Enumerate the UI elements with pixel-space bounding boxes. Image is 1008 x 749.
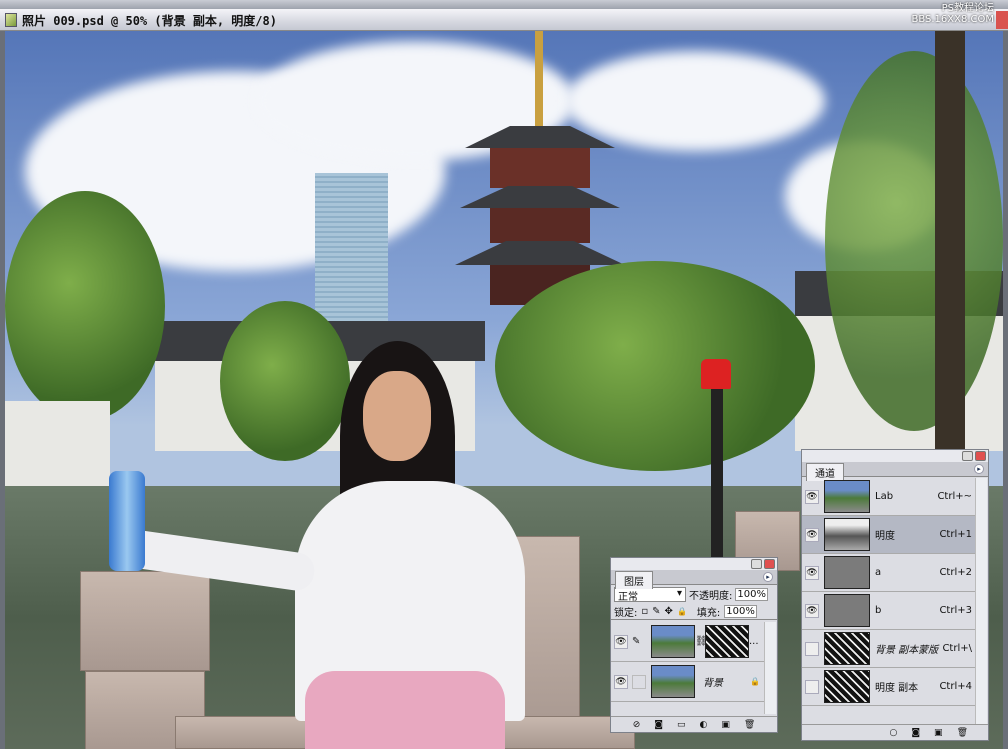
channel-row[interactable]: 👁 Lab Ctrl+~: [802, 478, 976, 516]
channel-name: a: [875, 567, 882, 578]
lock-move-icon[interactable]: ✥: [665, 606, 673, 617]
channel-shortcut: Ctrl+~: [937, 491, 972, 502]
lock-label: 锁定:: [614, 607, 638, 619]
minimize-button[interactable]: [962, 451, 973, 461]
opacity-input[interactable]: 100%: [735, 587, 768, 601]
layer-thumbnail: [651, 665, 695, 698]
channel-thumbnail: [824, 632, 870, 665]
channel-row[interactable]: 👁 明度 Ctrl+1: [802, 516, 976, 554]
channel-shortcut: Ctrl+4: [939, 681, 972, 692]
add-mask-icon[interactable]: ◙: [654, 720, 663, 730]
channel-shortcut: Ctrl+3: [939, 605, 972, 616]
lock-icon: 🔒: [750, 677, 760, 686]
channel-thumbnail: [824, 518, 870, 551]
layers-scrollbar[interactable]: [764, 622, 776, 714]
mask-link-icon: ⛓: [695, 636, 708, 647]
visibility-eye-icon[interactable]: 👁: [805, 489, 819, 504]
skyscraper: [315, 173, 388, 323]
visibility-eye-icon[interactable]: [805, 679, 819, 694]
channels-panel: 通道 ▸ 👁 Lab Ctrl+~ 👁 明度 Ctrl+1 👁 a Ctrl+2 👁 b…: [801, 449, 989, 741]
channel-row[interactable]: 明度 副本 Ctrl+4: [802, 668, 976, 706]
channel-shortcut: Ctrl+\: [942, 643, 972, 654]
lock-all-icon[interactable]: 🔒: [677, 607, 687, 616]
layer-name: 背景: [703, 678, 723, 689]
channel-name: 明度 副本: [875, 683, 919, 694]
channel-thumbnail: [824, 480, 870, 513]
layer-thumbnail: [651, 625, 695, 658]
channel-row[interactable]: 👁 b Ctrl+3: [802, 592, 976, 630]
lock-transparency-icon[interactable]: ▫: [641, 606, 648, 617]
close-window-button[interactable]: [996, 11, 1008, 29]
layers-footer: ⊘ ◙ ▭ ◐ ▣ 🗑: [611, 716, 777, 732]
app-top-strip: [0, 0, 1008, 9]
girl: [113, 341, 525, 749]
panel-menu-button[interactable]: ▸: [763, 572, 773, 582]
channel-name: b: [875, 605, 882, 616]
channel-shortcut: Ctrl+1: [939, 529, 972, 540]
tab-layers[interactable]: 图层: [615, 571, 653, 589]
delete-channel-icon[interactable]: 🗑: [957, 728, 968, 738]
fill-input[interactable]: 100%: [724, 604, 757, 618]
close-panel-button[interactable]: [764, 559, 775, 569]
channel-thumbnail: [824, 556, 870, 589]
delete-layer-icon[interactable]: 🗑: [744, 720, 755, 730]
document-title-bar[interactable]: 照片 009.psd @ 50% (背景 副本, 明度/8) PS教程论坛 BBS…: [0, 3, 1008, 31]
opacity-label: 不透明度:: [689, 590, 733, 602]
layer-row[interactable]: 👁 背景 🔒: [611, 662, 766, 702]
document-icon: [5, 13, 17, 27]
fill-label: 填充:: [696, 607, 721, 619]
close-panel-button[interactable]: [975, 451, 986, 461]
lock-brush-icon[interactable]: ✎: [652, 606, 660, 617]
link-layers-icon[interactable]: ⊘: [633, 720, 641, 730]
link-slot[interactable]: [632, 674, 646, 689]
adjustment-layer-icon[interactable]: ◐: [699, 720, 707, 730]
red-lamp: [701, 359, 731, 389]
load-selection-icon[interactable]: ○: [889, 728, 897, 738]
brush-link-icon: ✎: [632, 636, 641, 647]
layer-mask-thumbnail: [705, 625, 749, 658]
visibility-eye-icon[interactable]: 👁: [614, 634, 628, 649]
channel-name: Lab: [875, 491, 894, 502]
document-title: 照片 009.psd @ 50% (背景 副本, 明度/8): [22, 14, 277, 28]
new-group-icon[interactable]: ▭: [677, 720, 686, 730]
new-layer-icon[interactable]: ▣: [721, 720, 730, 730]
visibility-eye-icon[interactable]: 👁: [805, 603, 819, 618]
channels-footer: ○ ◙ ▣ 🗑: [802, 724, 988, 740]
channel-thumbnail: [824, 594, 870, 627]
layer-name-truncated: ...: [749, 636, 759, 647]
visibility-eye-icon[interactable]: 👁: [805, 565, 819, 580]
layers-panel: 图层 ▸ 正常 ▾ 不透明度: 100% 锁定: ▫ ✎ ✥ 🔒 填充: 100% …: [610, 557, 778, 733]
channel-row[interactable]: 👁 a Ctrl+2: [802, 554, 976, 592]
save-selection-icon[interactable]: ◙: [911, 728, 920, 738]
visibility-eye-icon[interactable]: 👁: [614, 674, 628, 689]
panel-menu-button[interactable]: ▸: [974, 464, 984, 474]
channel-row[interactable]: 背景 副本蒙版 Ctrl+\: [802, 630, 976, 668]
visibility-eye-icon[interactable]: 👁: [805, 527, 819, 542]
watermark: PS教程论坛 BBS.16XX8.COM: [911, 3, 994, 25]
water-bottle: [109, 471, 145, 571]
channel-shortcut: Ctrl+2: [939, 567, 972, 578]
visibility-eye-icon[interactable]: [805, 641, 819, 656]
minimize-button[interactable]: [751, 559, 762, 569]
new-channel-icon[interactable]: ▣: [934, 728, 943, 738]
channel-name: 明度: [875, 531, 895, 542]
layer-row[interactable]: 👁 ✎ ⛓ ...: [611, 622, 766, 662]
channel-thumbnail: [824, 670, 870, 703]
channels-scrollbar[interactable]: [975, 478, 987, 724]
channel-name: 背景 副本蒙版: [875, 645, 939, 656]
